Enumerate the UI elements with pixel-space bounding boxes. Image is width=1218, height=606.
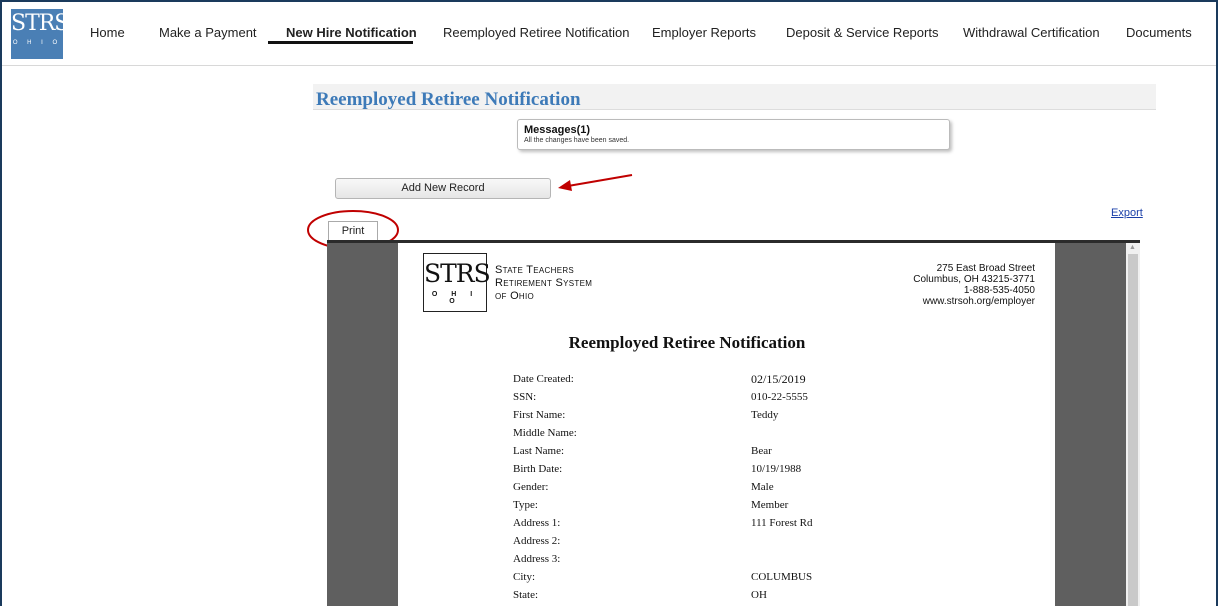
field-value: 111 Forest Rd — [751, 517, 813, 529]
field-value: Teddy — [751, 409, 779, 421]
address-line: Columbus, OH 43215-3771 — [913, 274, 1035, 285]
viewer-scrollbar-thumb[interactable] — [1128, 254, 1138, 606]
nav-documents[interactable]: Documents — [1126, 25, 1192, 40]
field-label: Birth Date: — [513, 463, 563, 475]
address-line: 275 East Broad Street — [936, 263, 1035, 274]
field-label: Middle Name: — [513, 427, 577, 439]
document-title: Reemployed Retiree Notification — [568, 333, 806, 352]
field-value: Male — [751, 481, 774, 493]
page-title: Reemployed Retiree Notification — [316, 89, 581, 110]
field-label: Date Created: — [513, 373, 574, 385]
field-label: Address 2: — [513, 535, 561, 547]
nav-reemployed-retiree-notification[interactable]: Reemployed Retiree Notification — [443, 25, 629, 40]
field-label: Type: — [513, 499, 538, 511]
strs-logo[interactable]: STRS O H I O — [11, 9, 69, 59]
nav-new-hire-notification[interactable]: New Hire Notification — [286, 25, 417, 40]
nav-employer-reports[interactable]: Employer Reports — [652, 25, 756, 40]
org-line: State Teachers — [495, 264, 575, 276]
nav-deposit-service-reports[interactable]: Deposit & Service Reports — [786, 25, 938, 40]
field-label: Address 3: — [513, 553, 561, 565]
scroll-up-icon[interactable]: ▲ — [1129, 244, 1136, 251]
logo-subtext: O H I O — [12, 40, 62, 46]
field-value: 02/15/2019 — [751, 372, 806, 386]
field-value: Member — [751, 499, 789, 511]
active-nav-underline — [268, 41, 413, 44]
org-line: Retirement System — [495, 277, 593, 289]
messages-text: All the changes have been saved. — [524, 137, 630, 144]
field-value: COLUMBUS — [751, 571, 813, 583]
messages-box: Messages(1) All the changes have been sa… — [517, 119, 950, 150]
nav-make-a-payment[interactable]: Make a Payment — [159, 25, 257, 40]
add-new-record-button[interactable]: Add New Record — [335, 178, 551, 199]
field-value: 010-22-5555 — [751, 391, 808, 403]
export-link[interactable]: Export — [1111, 207, 1143, 219]
annotation-arrow-icon — [558, 174, 633, 191]
field-label: Address 1: — [513, 517, 561, 529]
field-label: SSN: — [513, 391, 537, 403]
document-logo: STRS O H I O — [423, 253, 491, 312]
field-label: Gender: — [513, 481, 549, 493]
logo-text: STRS — [11, 11, 69, 36]
address-line: www.strsoh.org/employer — [922, 296, 1035, 307]
field-label: Last Name: — [513, 445, 565, 457]
field-label: First Name: — [513, 409, 566, 421]
nav-home[interactable]: Home — [90, 25, 125, 40]
field-value: 10/19/1988 — [751, 463, 802, 475]
field-label: City: — [513, 571, 536, 583]
org-line: of Ohio — [495, 290, 535, 302]
field-value: OH — [751, 589, 767, 601]
field-value: Bear — [751, 445, 772, 457]
messages-title: Messages(1) — [524, 124, 591, 136]
nav-withdrawal-certification[interactable]: Withdrawal Certification — [963, 25, 1100, 40]
address-line: 1-888-535-4050 — [963, 285, 1035, 296]
field-label: State: — [513, 589, 539, 601]
document-logo-text: STRS — [424, 259, 491, 288]
document-logo-subtext: O H I O — [431, 291, 479, 305]
